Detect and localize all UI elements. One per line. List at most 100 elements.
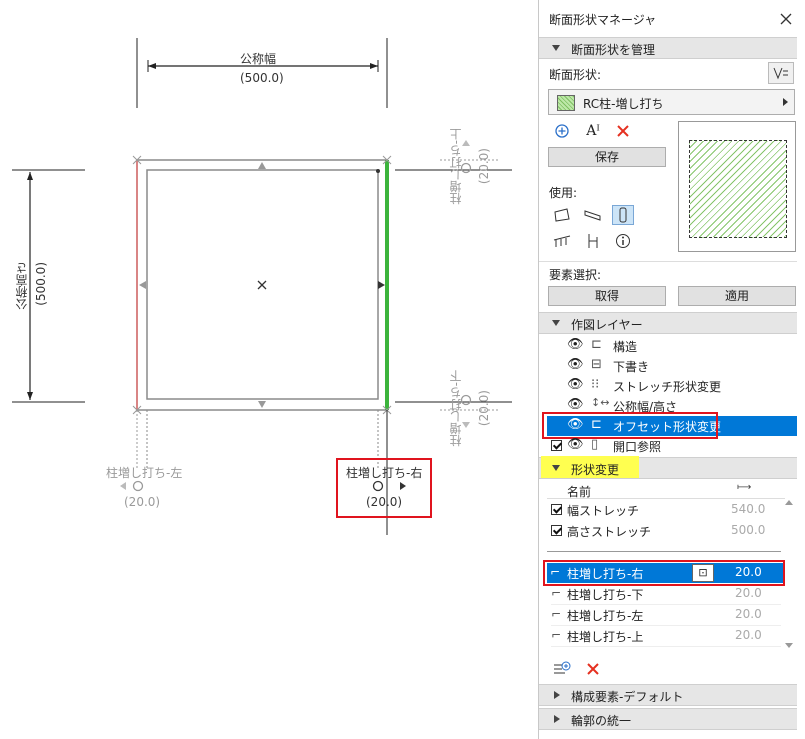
section-defaults-label: 構成要素-デフォルト (571, 690, 684, 704)
use-label: 使用: (549, 186, 578, 200)
close-button[interactable] (775, 9, 797, 29)
nominal-size-icon: ↕↔ (591, 396, 610, 409)
preview-hatch (689, 140, 787, 238)
layer-row[interactable]: 👁 ⊟ 下書き (567, 356, 797, 376)
eye-icon[interactable]: 👁 (567, 337, 584, 352)
use-object-button[interactable] (582, 231, 604, 251)
nominal-height-value: (500.0) (34, 262, 48, 306)
col-name: 名前 (567, 485, 592, 499)
offset-layer-highlight (542, 412, 718, 439)
chair-icon (588, 234, 598, 248)
layer-row[interactable]: 👁 ▯ 開口参照 (551, 436, 797, 456)
offset-top-label: 柱増し打ち-上 (449, 128, 463, 205)
layer-row[interactable]: 👁 ⁝⁝ ストレッチ形状変更 (567, 376, 797, 396)
plus-circle-icon (555, 124, 569, 138)
rename-button[interactable]: Aᴵ (582, 121, 604, 141)
add-list-icon (554, 661, 571, 674)
use-beam-button[interactable] (582, 205, 604, 225)
use-column-button[interactable] (612, 205, 634, 225)
eye-icon[interactable]: 👁 (567, 437, 584, 452)
profile-tool-icon (773, 67, 788, 80)
offset-value: 20.0 (735, 607, 762, 621)
eye-icon[interactable]: 👁 (567, 377, 584, 392)
section-modifiers-label: 形状変更 (571, 463, 620, 477)
section-contour-header[interactable]: 輪郭の統一 (539, 708, 797, 730)
expand-icon (554, 691, 560, 699)
save-button[interactable]: 保存 (548, 147, 666, 167)
offset-row-icon: ⌐ (551, 607, 562, 621)
use-railing-button[interactable] (551, 231, 573, 251)
section-manage-header[interactable]: 断面形状を管理 (539, 37, 797, 59)
close-icon (780, 13, 792, 25)
collapse-icon (552, 465, 560, 471)
layer-row[interactable]: 👁 ⊏ 構造 (567, 336, 797, 356)
offset-left-value: (20.0) (124, 495, 161, 509)
layer-label: 下書き (613, 360, 650, 374)
info-button[interactable] (612, 231, 634, 251)
new-profile-button[interactable] (551, 121, 573, 141)
delete-modifier-button[interactable] (582, 659, 604, 679)
get-button[interactable]: 取得 (548, 286, 666, 306)
modifiers-header-row: 名前 ⟼ (547, 480, 785, 499)
layer-label: ストレッチ形状変更 (613, 380, 722, 394)
expand-icon (554, 715, 560, 723)
railing-icon (553, 235, 571, 247)
divider (539, 261, 797, 262)
checkbox[interactable] (551, 504, 562, 515)
offset-value: 20.0 (735, 586, 762, 600)
offset-right-highlight (336, 458, 432, 518)
section-layers-header[interactable]: 作図レイヤー (539, 312, 797, 334)
add-modifier-button[interactable] (551, 659, 573, 679)
panel-title: 断面形状マネージャ (549, 13, 657, 27)
offset-row[interactable]: ⌐ 柱増し打ち-左 20.0 (551, 605, 781, 626)
profile-manager-panel: 断面形状マネージャ 断面形状を管理 断面形状: RC柱-増し打ち Aᴵ 保存 使… (538, 0, 805, 739)
offset-value: 20.0 (735, 628, 762, 642)
section-contour-label: 輪郭の統一 (571, 714, 632, 728)
offset-bottom-label: 柱増し打ち-下 (449, 370, 463, 447)
stretch-label: 幅ストレッチ (567, 504, 640, 518)
offset-left-label: 柱増し打ち-左 (106, 466, 183, 480)
drawing-canvas[interactable]: 公称幅 (500.0) 公称高さ (500.0) 柱増し打ち-上 (20.0) … (0, 0, 535, 739)
checkbox[interactable] (551, 525, 562, 536)
beam-icon (584, 210, 601, 221)
offset-top-value: (20.0) (477, 148, 491, 185)
profile-label: 断面形状: (549, 68, 602, 82)
wall-icon (554, 208, 570, 222)
collapse-icon (552, 45, 560, 51)
offset-row[interactable]: ⌐ 柱増し打ち-上 20.0 (551, 626, 781, 647)
info-icon (616, 234, 630, 248)
width-column-icon: ⟼ (737, 482, 752, 493)
divider (547, 551, 781, 552)
structure-icon: ⊏ (591, 337, 602, 352)
layer-label: 構造 (613, 340, 638, 354)
column-icon (619, 207, 627, 223)
checkbox[interactable] (551, 440, 562, 451)
scroll-down-icon[interactable] (785, 643, 793, 648)
stretch-value: 500.0 (731, 523, 766, 537)
stretch-row[interactable]: 高さストレッチ 500.0 (551, 521, 781, 541)
stretch-value: 540.0 (731, 502, 766, 516)
nominal-width-value: (500.0) (240, 71, 284, 85)
profile-selector[interactable]: RC柱-増し打ち (548, 89, 795, 115)
profile-preview (678, 121, 796, 252)
draft-icon: ⊟ (591, 357, 602, 372)
section-layers-label: 作図レイヤー (571, 318, 643, 332)
use-wall-button[interactable] (551, 205, 573, 225)
section-defaults-header[interactable]: 構成要素-デフォルト (539, 684, 797, 706)
element-select-label: 要素選択: (549, 268, 602, 282)
collapse-icon (552, 320, 560, 326)
profile-settings-button[interactable] (768, 62, 794, 84)
layer-label: 開口参照 (613, 440, 662, 454)
apply-button[interactable]: 適用 (678, 286, 796, 306)
offset-label: 柱増し打ち-上 (567, 630, 644, 644)
eye-icon[interactable]: 👁 (567, 397, 584, 412)
scroll-up-icon[interactable] (785, 500, 793, 505)
section-modifiers-header[interactable]: 形状変更 (539, 456, 797, 479)
delete-profile-button[interactable] (612, 121, 634, 141)
section-manage-label: 断面形状を管理 (571, 43, 656, 57)
offset-label: 柱増し打ち-左 (567, 609, 644, 623)
scrollbar[interactable] (785, 500, 793, 650)
eye-icon[interactable]: 👁 (567, 357, 584, 372)
offset-row[interactable]: ⌐ 柱増し打ち-下 20.0 (551, 584, 781, 605)
stretch-row[interactable]: 幅ストレッチ 540.0 (551, 500, 781, 520)
